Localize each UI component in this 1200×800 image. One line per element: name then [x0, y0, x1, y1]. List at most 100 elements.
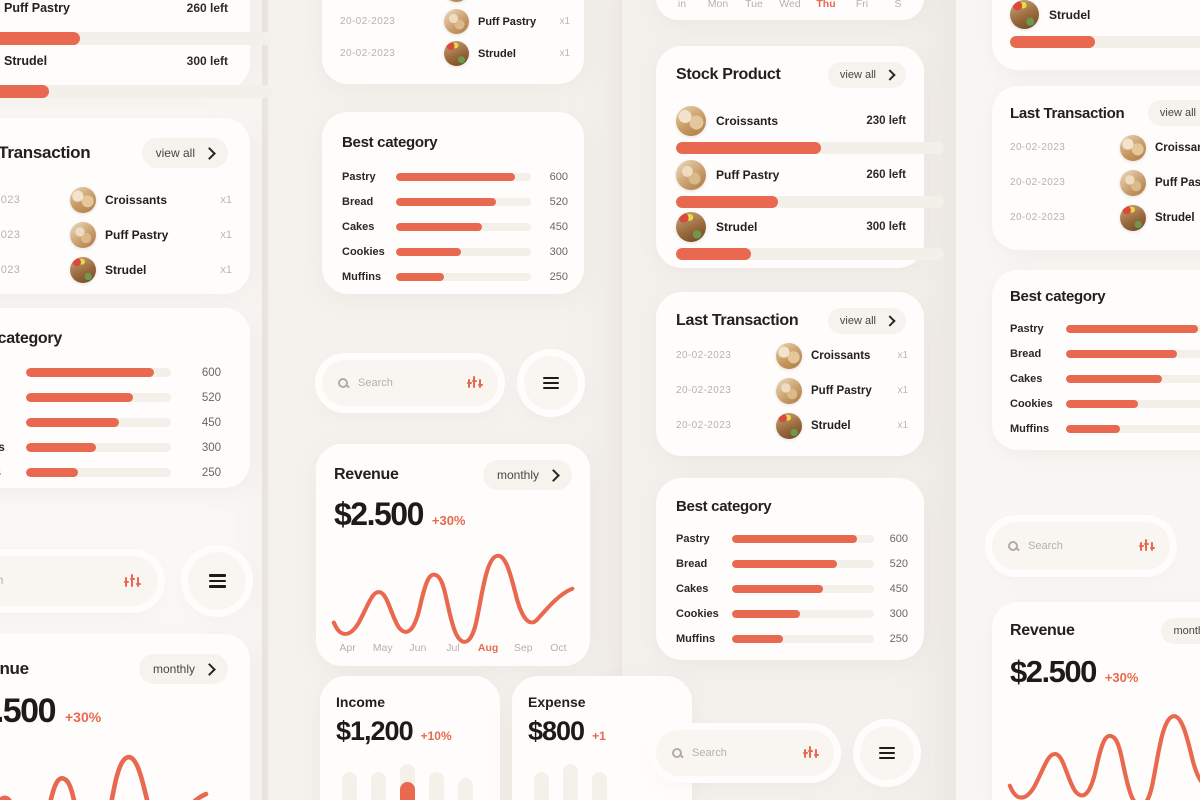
stock-row[interactable]: Puff Pastry 260 left: [676, 160, 906, 190]
category-row: Bread 520: [0, 385, 232, 410]
view-all-button[interactable]: view all: [827, 62, 906, 88]
transaction-row[interactable]: 20-02-2023 Strudel x1: [340, 41, 570, 66]
category-value: 450: [889, 582, 908, 595]
filter-icon[interactable]: [467, 376, 483, 390]
transaction-product: Puff Pastry: [105, 228, 169, 242]
view-all-button[interactable]: view all: [827, 308, 906, 334]
transaction-row[interactable]: 20-02-2023 Strudel x1: [0, 257, 232, 283]
strudel-avatar: [676, 212, 706, 242]
category-label: Cookies: [1010, 397, 1053, 410]
category-bar-track: [1066, 349, 1200, 358]
category-value: 450: [549, 220, 568, 233]
menu-button-mid1[interactable]: [524, 356, 578, 410]
transaction-product: Puff Pastry: [811, 384, 872, 397]
category-bar-track: [26, 368, 171, 377]
transaction-row[interactable]: 20-02-2023 Puff Pastry x1: [676, 377, 908, 404]
puff-pastry-avatar: [1120, 169, 1146, 196]
category-label: Cookies: [0, 441, 5, 454]
stock-row[interactable]: Strudel 300 left: [0, 45, 228, 77]
menu-button-mid2[interactable]: [860, 726, 914, 780]
view-all-label: view all: [839, 315, 876, 327]
month-tick: Oct: [550, 642, 567, 654]
filter-icon[interactable]: [1139, 539, 1155, 553]
stock-product-card-right: Strudel: [992, 0, 1200, 70]
search-input[interactable]: Search: [358, 377, 458, 389]
transaction-qty: x1: [897, 420, 908, 431]
category-bar-track: [395, 272, 531, 281]
stock-progress-track: [0, 32, 272, 45]
menu-button-left[interactable]: [188, 552, 246, 610]
revenue-range-selector[interactable]: monthly: [138, 654, 228, 684]
category-bar-track: [732, 634, 874, 643]
search-icon: [338, 378, 350, 389]
category-value: 520: [889, 557, 908, 570]
weekday-tab[interactable]: S: [880, 0, 916, 10]
card-title: Revenue: [0, 659, 29, 678]
category-value: 300: [889, 607, 908, 620]
strudel-avatar: [444, 41, 469, 66]
view-all-label: view all: [155, 146, 195, 160]
transaction-row[interactable]: 20-02-2023 Croissants x1: [0, 187, 232, 213]
weekday-tab[interactable]: Tue: [736, 0, 772, 10]
view-all-button[interactable]: view all: [141, 138, 228, 168]
transaction-row[interactable]: 20-02-2023 Puff Pastry: [1010, 169, 1200, 196]
transaction-row[interactable]: 20-02-2023 Croissants x1: [676, 342, 908, 369]
category-bar-fill: [395, 197, 496, 206]
search-input[interactable]: Search: [692, 747, 794, 759]
transaction-product: Strudel: [105, 263, 147, 277]
transaction-row[interactable]: 20-02-2023 Strudel x1: [676, 412, 908, 439]
transaction-row[interactable]: 20-02-2023 Puff Pastry x1: [340, 9, 570, 34]
stock-progress-track: [676, 196, 944, 208]
strudel-avatar: [70, 257, 96, 283]
transaction-row[interactable]: 20-02-2023 Croissants: [1010, 134, 1200, 161]
showcase-canvas: Puff Pastry 260 left Strudel 300 left La…: [0, 0, 1200, 800]
weekday-tab-active[interactable]: Thu: [808, 0, 844, 10]
revenue-card-mid1: Revenue monthly $2.500 +30% Apr May Jun …: [316, 444, 590, 666]
stock-row[interactable]: Puff Pastry 260 left: [0, 0, 228, 24]
filter-icon[interactable]: [803, 746, 819, 760]
weekday-tab[interactable]: Mon: [700, 0, 736, 10]
category-label: Cakes: [1010, 372, 1043, 385]
view-all-label: view all: [839, 69, 876, 81]
transaction-row[interactable]: 20-02-2023 Strudel: [1010, 204, 1200, 231]
weekday-strip[interactable]: in Mon Tue Wed Thu Fri S: [664, 0, 916, 10]
category-label: Bread: [1010, 347, 1042, 360]
view-all-button[interactable]: view all: [1147, 100, 1200, 126]
best-category-card-left: Best category Pastry 600 Bread 520 Cakes…: [0, 308, 250, 488]
category-bar-fill: [1066, 374, 1162, 383]
search-bar-mid2[interactable]: Search: [656, 730, 834, 776]
strudel-avatar: [1010, 0, 1039, 29]
search-bar-left[interactable]: Search: [0, 556, 158, 606]
search-bar-right[interactable]: Search: [992, 522, 1170, 570]
revenue-range-selector[interactable]: monthly: [482, 460, 572, 490]
weekday-tab[interactable]: in: [664, 0, 700, 10]
search-input[interactable]: Search: [1028, 540, 1130, 552]
stock-row[interactable]: Strudel 300 left: [676, 212, 906, 242]
revenue-range-label: monthly: [496, 468, 539, 482]
income-card: Income $1,200 +10%: [320, 676, 500, 800]
category-bar-fill: [1066, 399, 1138, 408]
revenue-line-chart: [1007, 714, 1200, 800]
transaction-row[interactable]: 20-02-2023 Puff Pastry x1: [0, 222, 232, 248]
category-row: Muffins 250: [0, 460, 232, 485]
search-bar-mid1[interactable]: Search: [322, 360, 498, 406]
last-transaction-card-right: Last Transaction view all 20-02-2023 Cro…: [992, 86, 1200, 250]
income-amount: $1,200: [336, 716, 414, 746]
category-row: Pastry 600: [676, 526, 908, 551]
category-value: 300: [549, 245, 568, 258]
strudel-avatar: [1120, 204, 1146, 231]
filter-icon[interactable]: [124, 573, 141, 589]
stock-row[interactable]: Croissants 230 left: [676, 106, 906, 136]
category-label: Cakes: [0, 417, 26, 429]
category-row: Cakes 450: [342, 214, 568, 239]
weekday-tab[interactable]: Fri: [844, 0, 880, 10]
card-title: Revenue: [334, 466, 399, 483]
stock-row[interactable]: Strudel: [1010, 0, 1200, 29]
weekday-tab[interactable]: Wed: [772, 0, 808, 10]
category-bar-fill: [395, 272, 445, 281]
category-label: Cakes: [676, 582, 709, 595]
category-row: Bread 520: [342, 189, 568, 214]
revenue-range-selector[interactable]: monthly: [1161, 618, 1200, 644]
category-bar-track: [732, 559, 874, 568]
search-input[interactable]: Search: [0, 575, 115, 587]
